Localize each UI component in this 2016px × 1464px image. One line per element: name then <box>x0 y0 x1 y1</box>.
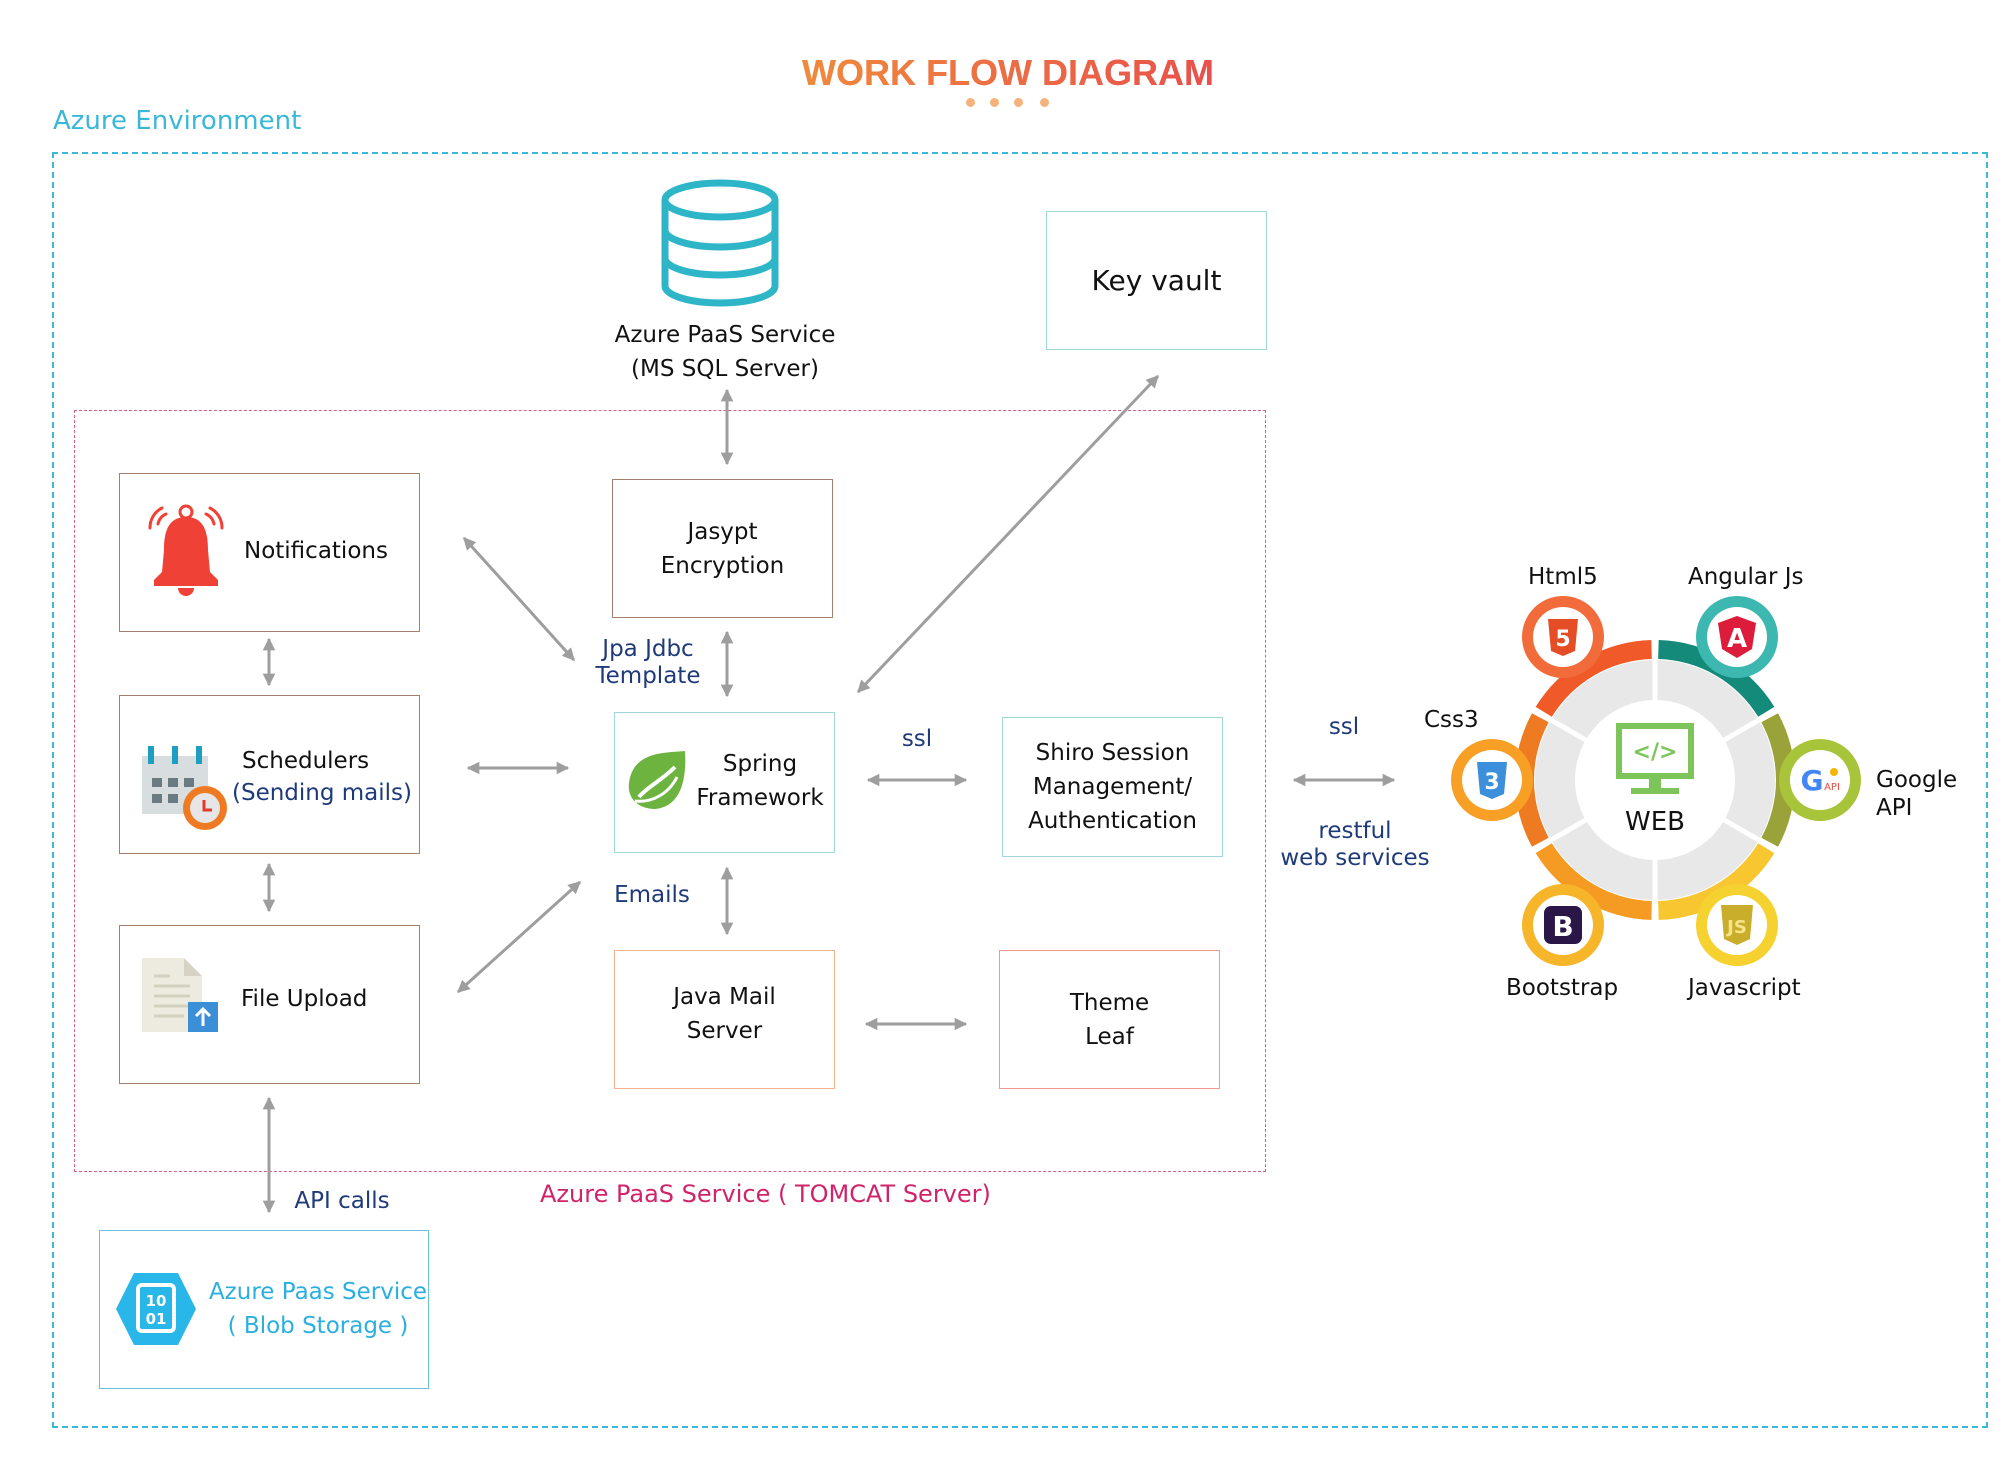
jpa-label-line2: Template <box>595 663 701 689</box>
tech-label-javascript: Javascript <box>1688 975 1801 1001</box>
shiro-session-box[interactable]: Shiro Session Management/ Authentication <box>1002 717 1223 857</box>
java-mail-label-line2: Server <box>686 1017 763 1044</box>
blob-storage-box[interactable]: 10 01 Azure Paas Service ( Blob Storage … <box>99 1230 429 1389</box>
tech-label-google-api: Google API <box>1876 766 1957 822</box>
theme-leaf-box[interactable]: Theme Leaf <box>999 950 1220 1089</box>
api-calls-label: API calls <box>294 1188 390 1214</box>
database-label-line2: (MS SQL Server) <box>631 356 819 382</box>
title-decoration-dots <box>960 98 1060 110</box>
blob-icon-text-top: 10 <box>146 1292 167 1310</box>
blob-storage-label: Azure Paas Service ( Blob Storage ) <box>208 1275 428 1343</box>
spring-leaf-icon <box>625 747 691 818</box>
schedulers-sublabel: (Sending mails) <box>232 780 413 806</box>
diagram-title: WORK FLOW DIAGRAM <box>0 52 2016 94</box>
theme-leaf-label-line1: Theme <box>1069 989 1150 1016</box>
database-icon <box>655 178 785 313</box>
tech-label-css3: Css3 <box>1424 707 1479 733</box>
spring-label: Spring Framework <box>695 747 825 815</box>
decoration-dot <box>966 98 975 107</box>
blob-storage-label-line1: Azure Paas Service <box>208 1279 428 1305</box>
java-mail-label-line1: Java Mail <box>673 983 776 1010</box>
restful-label-line2: web services <box>1280 845 1430 871</box>
shiro-label-line1: Shiro Session <box>1035 740 1190 766</box>
file-upload-label: File Upload <box>241 986 368 1012</box>
database-label-line1: Azure PaaS Service <box>614 322 836 348</box>
jasypt-label-line2: Encryption <box>660 552 785 579</box>
restful-label-line1: restful <box>1318 818 1392 844</box>
shiro-label-line3: Authentication <box>1028 808 1197 834</box>
key-vault-box[interactable]: Key vault <box>1046 211 1267 350</box>
emails-label: Emails <box>614 882 690 908</box>
schedulers-label: Schedulers <box>242 748 370 774</box>
tech-label-html5: Html5 <box>1528 564 1598 590</box>
blob-storage-icon: 10 01 <box>114 1271 198 1352</box>
tech-label-angular: Angular Js <box>1688 564 1804 590</box>
schedulers-box[interactable]: Schedulers (Sending mails) <box>119 695 420 854</box>
file-upload-box[interactable]: File Upload <box>119 925 420 1084</box>
jpa-jdbc-template-label: Jpa Jdbc Template <box>588 636 708 690</box>
ssl-outer-label: ssl <box>1328 714 1360 740</box>
tech-label-bootstrap: Bootstrap <box>1506 975 1619 1001</box>
jasypt-label: Jasypt Encryption <box>661 515 784 583</box>
theme-leaf-label: Theme Leaf <box>1070 986 1149 1054</box>
bell-icon <box>144 502 228 607</box>
notifications-label: Notifications <box>244 538 388 564</box>
jasypt-encryption-box[interactable]: Jasypt Encryption <box>612 479 833 618</box>
shiro-label: Shiro Session Management/ Authentication <box>1028 736 1197 838</box>
file-upload-icon <box>140 956 222 1043</box>
azure-environment-label: Azure Environment <box>53 106 302 136</box>
key-vault-label: Key vault <box>1091 263 1222 297</box>
calendar-clock-icon <box>140 742 232 839</box>
spring-framework-box[interactable]: Spring Framework <box>614 712 835 853</box>
shiro-label-line2: Management/ <box>1032 774 1193 800</box>
blob-icon-text-bottom: 01 <box>146 1310 167 1328</box>
notifications-box[interactable]: Notifications <box>119 473 420 632</box>
decoration-dot <box>990 98 999 107</box>
java-mail-label: Java Mail Server <box>673 980 776 1048</box>
spring-label-line2: Framework <box>696 785 824 811</box>
java-mail-server-box[interactable]: Java Mail Server <box>614 950 835 1089</box>
decoration-dot <box>1014 98 1023 107</box>
database-label: Azure PaaS Service (MS SQL Server) <box>560 318 890 386</box>
ssl-inner-label: ssl <box>901 726 933 752</box>
jasypt-label-line1: Jasypt <box>687 518 758 545</box>
spring-label-line1: Spring <box>722 751 798 777</box>
google-label-line1: Google <box>1876 767 1958 793</box>
google-label-line2: API <box>1876 795 1913 821</box>
restful-web-services-label: restful web services <box>1275 818 1435 872</box>
theme-leaf-label-line2: Leaf <box>1085 1023 1134 1050</box>
blob-storage-label-line2: ( Blob Storage ) <box>227 1313 409 1339</box>
decoration-dot <box>1040 98 1049 107</box>
tomcat-server-label: Azure PaaS Service ( TOMCAT Server) <box>540 1180 991 1208</box>
jpa-label-line1: Jpa Jdbc <box>602 636 694 662</box>
